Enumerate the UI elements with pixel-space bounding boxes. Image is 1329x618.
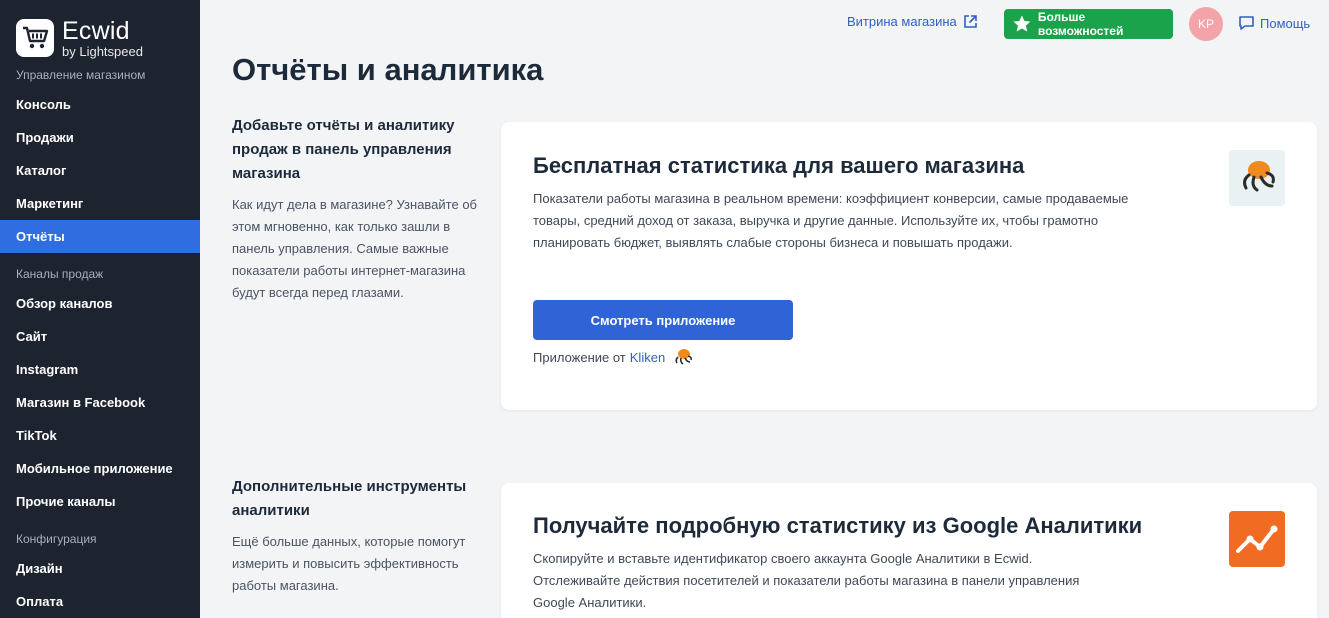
top-bar: Витрина магазина Больше возможностей KP … (200, 0, 1329, 48)
section-title: Дополнительные инструменты аналитики (232, 478, 467, 519)
help-label: Помощь (1260, 15, 1311, 31)
page-title: Отчёты и аналитика (232, 52, 544, 87)
sidebar-item-other-channels[interactable]: Прочие каналы (0, 485, 200, 518)
cart-logo-icon (16, 19, 54, 57)
sidebar-item-instagram[interactable]: Instagram (0, 353, 200, 386)
sidebar-item-catalog[interactable]: Каталог (0, 154, 200, 187)
developer-link[interactable]: Kliken (630, 350, 665, 365)
storefront-label: Витрина магазина (847, 14, 957, 29)
sidebar-item-sales[interactable]: Продажи (0, 121, 200, 154)
kliken-app-icon (1229, 150, 1285, 206)
app-card-kliken: Бесплатная статистика для вашего магазин… (501, 122, 1317, 410)
sidebar-item-tiktok[interactable]: TikTok (0, 419, 200, 452)
storefront-link[interactable]: Витрина магазина (847, 14, 978, 29)
sidebar-item-channels-overview[interactable]: Обзор каналов (0, 287, 200, 320)
sidebar-item-marketing[interactable]: Маркетинг (0, 187, 200, 220)
card-text: Показатели работы магазина в реальном вр… (533, 191, 1129, 250)
sidebar: Ecwid by Lightspeed Управление магазином… (0, 0, 200, 618)
sidebar-item-facebook-shop[interactable]: Магазин в Facebook (0, 386, 200, 419)
view-app-button[interactable]: Смотреть приложение (533, 300, 793, 340)
sidebar-item-mobile-app[interactable]: Мобильное приложение (0, 452, 200, 485)
card-title: Получайте подробную статистику из Google… (533, 513, 1143, 538)
section-title: Добавьте отчёты и аналитику продаж в пан… (232, 117, 455, 182)
nav-section-label: Конфигурация (16, 532, 97, 546)
external-link-icon (963, 15, 977, 28)
help-link[interactable]: Помощь (1238, 15, 1310, 31)
sidebar-item-site[interactable]: Сайт (0, 320, 200, 353)
more-features-label: Больше возможностей (1037, 10, 1124, 38)
app-developer: Приложение от Kliken (533, 348, 693, 366)
section-description: Как идут дела в магазине? Узнавайте об э… (232, 197, 478, 300)
google-analytics-app-icon (1229, 511, 1285, 567)
more-features-button[interactable]: Больше возможностей (1004, 9, 1173, 39)
brand-sub: by Lightspeed (62, 43, 143, 59)
sidebar-item-design[interactable]: Дизайн (0, 552, 200, 585)
sidebar-item-reports[interactable]: Отчёты (0, 220, 200, 253)
logo[interactable]: Ecwid by Lightspeed (0, 0, 200, 62)
sidebar-item-payment[interactable]: Оплата (0, 585, 200, 618)
section-description: Ещё больше данных, которые помогут измер… (232, 534, 466, 593)
sidebar-item-console[interactable]: Консоль (0, 88, 200, 121)
nav-section-label: Управление магазином (16, 68, 146, 82)
octopus-icon (675, 349, 693, 365)
avatar[interactable]: KP (1189, 7, 1223, 41)
card-title: Бесплатная статистика для вашего магазин… (533, 153, 1025, 178)
brand-name: Ecwid (62, 16, 130, 45)
star-icon (1013, 15, 1031, 32)
card-text: Скопируйте и вставьте идентификатор свое… (533, 551, 1080, 610)
developer-label: Приложение от (533, 349, 626, 365)
chat-icon (1239, 16, 1254, 30)
nav-section-label: Каналы продаж (16, 267, 104, 281)
app-card-google-analytics: Получайте подробную статистику из Google… (501, 483, 1317, 618)
